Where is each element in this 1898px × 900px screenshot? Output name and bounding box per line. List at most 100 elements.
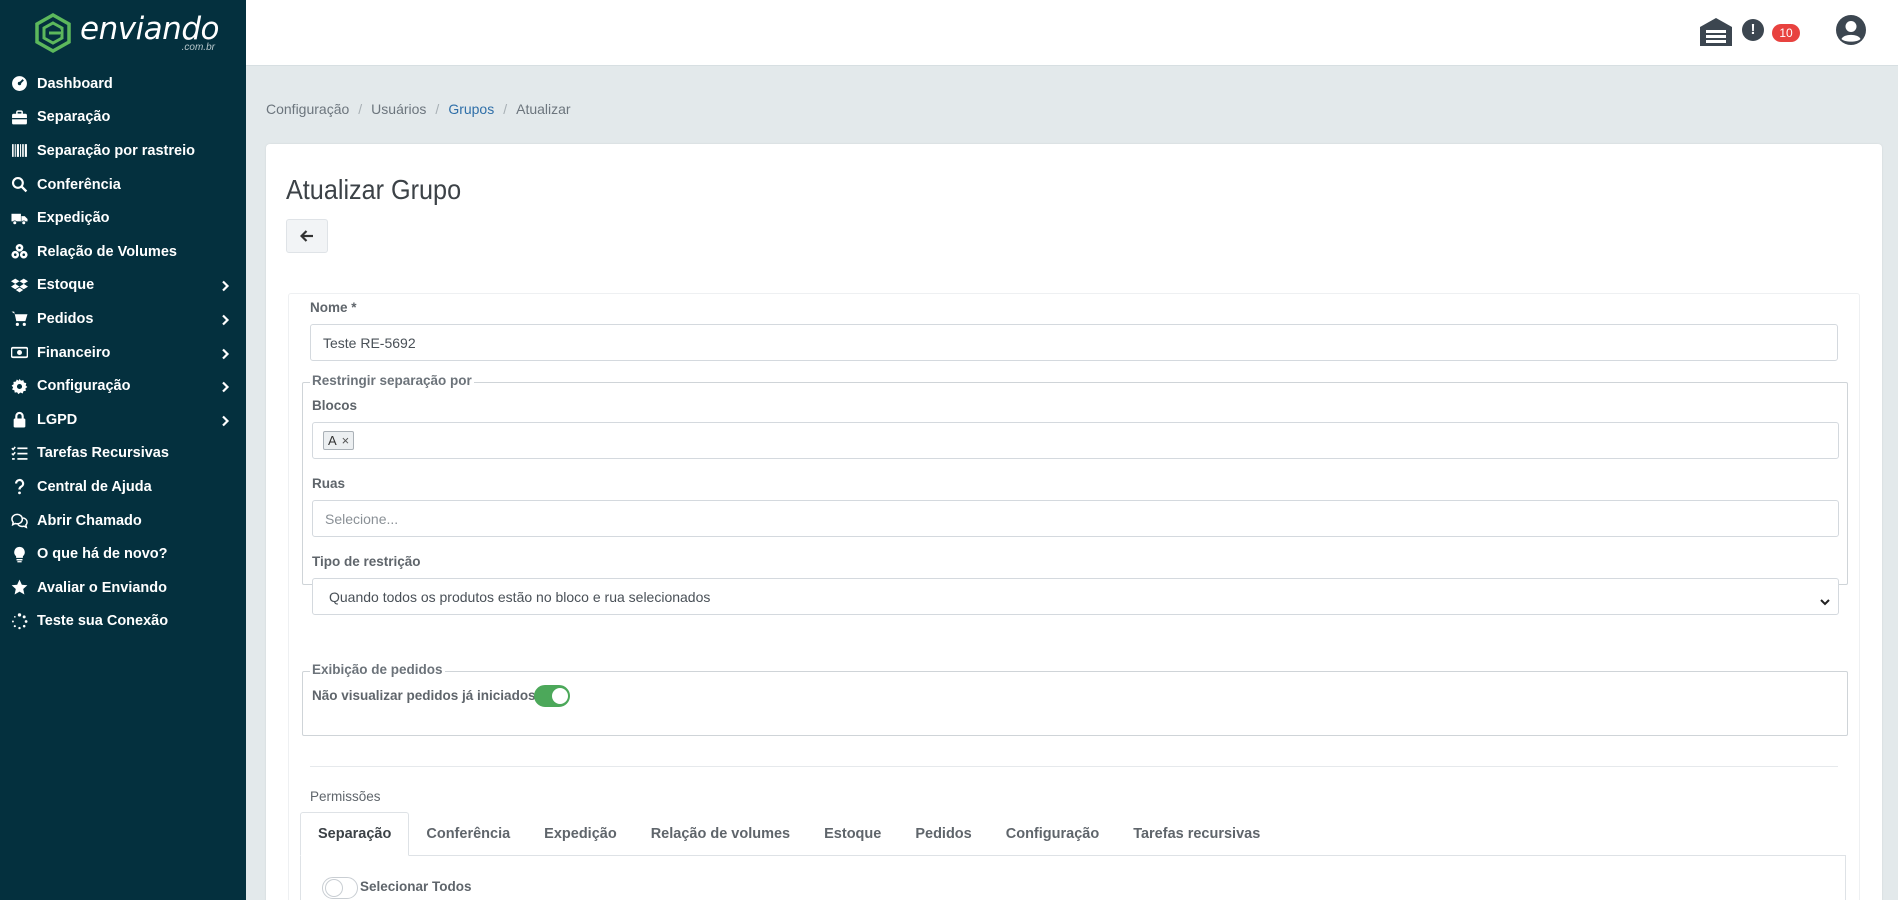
sidebar-item-configuracao[interactable]: Configuração (0, 369, 246, 403)
breadcrumb-usuarios[interactable]: Usuários (371, 101, 426, 117)
gauge-icon (9, 74, 29, 94)
question-icon (9, 477, 29, 497)
chevron-right-icon (220, 380, 230, 393)
nao-visualizar-toggle[interactable] (534, 685, 570, 707)
chevron-right-icon (220, 414, 230, 427)
toggle-knob (325, 879, 343, 897)
tab-expedicao[interactable]: Expedição (527, 812, 634, 856)
divider (310, 766, 1838, 767)
tipo-restricao-value: Quando todos os produtos estão no bloco … (329, 588, 711, 605)
lightbulb-icon (9, 544, 29, 564)
sidebar-item-teste-sua-conexao[interactable]: Teste sua Conexão (0, 605, 246, 639)
exibicao-fieldset (302, 671, 1848, 736)
tab-tarefas-recursivas[interactable]: Tarefas recursivas (1116, 812, 1277, 856)
tab-separacao[interactable]: Separação (300, 812, 410, 856)
sidebar-item-abrir-chamado[interactable]: Abrir Chamado (0, 504, 246, 538)
chevron-right-icon (220, 347, 230, 359)
alert-icon[interactable]: ! (1742, 19, 1764, 41)
alert-count-badge: 10 (1772, 24, 1800, 42)
arrow-left-icon (300, 230, 313, 242)
breadcrumb-configuracao[interactable]: Configuração (266, 101, 349, 117)
sidebar-item-label: Estoque (37, 277, 95, 294)
sidebar-item-separacao[interactable]: Separação (0, 101, 246, 135)
bloco-tag: A × (323, 431, 355, 450)
breadcrumb: Configuração / Usuários / Grupos / Atual… (266, 101, 571, 117)
sidebar-item-relacao-de-volumes[interactable]: Relação de Volumes (0, 235, 246, 269)
tag-remove-icon[interactable]: × (342, 433, 350, 448)
sidebar-item-financeiro[interactable]: Financeiro (0, 336, 246, 370)
selecionar-todos-toggle[interactable] (322, 877, 358, 899)
star-icon (9, 578, 29, 598)
sidebar-item-tarefas-recursivas[interactable]: Tarefas Recursivas (0, 437, 246, 471)
nao-visualizar-label: Não visualizar pedidos já iniciados (312, 688, 536, 703)
truck-icon (9, 208, 29, 228)
tab-pedidos[interactable]: Pedidos (898, 812, 988, 856)
toggle-knob (552, 688, 568, 704)
blocos-multiselect[interactable]: A × (312, 422, 1839, 459)
main-card: Atualizar Grupo Nome * Teste RE-5692 Res… (266, 144, 1882, 900)
nome-input[interactable]: Teste RE-5692 (310, 324, 1838, 361)
tab-configuracao[interactable]: Configuração (989, 812, 1116, 856)
sidebar-item-o-que-ha-de-novo[interactable]: O que há de novo? (0, 537, 246, 571)
spinner-icon (9, 611, 29, 631)
sidebar-item-label: Tarefas Recursivas (37, 445, 169, 462)
user-avatar-icon[interactable] (1835, 14, 1867, 46)
sidebar-item-label: Expedição (37, 210, 110, 227)
enviando-logo-icon (35, 13, 71, 53)
exibicao-legend: Exibição de pedidos (310, 662, 445, 677)
restringir-legend: Restringir separação por (310, 373, 474, 388)
blocos-label: Blocos (312, 398, 358, 413)
sidebar-item-expedicao[interactable]: Expedição (0, 201, 246, 235)
sidebar-menu: Dashboard Separação Separação por rastreio… (0, 67, 246, 638)
tasks-icon (9, 443, 29, 463)
ruas-select[interactable]: Selecione... (312, 500, 1839, 537)
sidebar-item-central-de-ajuda[interactable]: Central de Ajuda (0, 470, 246, 504)
sidebar-item-label: Teste sua Conexão (37, 613, 169, 630)
search-icon (9, 175, 29, 195)
sidebar-item-label: O que há de novo? (37, 546, 168, 563)
sidebar-item-lgpd[interactable]: LGPD (0, 403, 246, 437)
sidebar-item-label: Dashboard (37, 75, 113, 92)
sidebar-item-label: Pedidos (37, 310, 94, 327)
permissoes-tab-content (300, 855, 1846, 900)
sidebar: enviando .com.br Dashboard Separação Separ… (0, 0, 246, 900)
cart-icon (9, 309, 29, 329)
sidebar-item-label: Financeiro (37, 344, 111, 361)
sidebar-item-avaliar-o-enviando[interactable]: Avaliar o Enviando (0, 571, 246, 605)
lock-icon (9, 410, 29, 430)
tab-conferencia[interactable]: Conferência (409, 812, 527, 856)
permissoes-tabs: Separação Conferência Expedição Relação de … (300, 812, 1277, 856)
chevron-right-icon (220, 313, 230, 326)
nome-label: Nome * (310, 300, 357, 315)
chat-icon (9, 511, 29, 531)
breadcrumb-atualizar: Atualizar (516, 101, 571, 117)
tipo-restricao-label: Tipo de restrição (312, 554, 421, 569)
topbar: ! 10 (246, 0, 1898, 66)
sidebar-item-label: Avaliar o Enviando (37, 579, 167, 596)
sidebar-item-conferencia[interactable]: Conferência (0, 168, 246, 202)
warehouse-icon[interactable] (1698, 16, 1734, 48)
barcode-icon (9, 141, 29, 161)
sidebar-item-dashboard[interactable]: Dashboard (0, 67, 246, 101)
chevron-right-icon (220, 279, 230, 292)
sidebar-item-label: Conferência (37, 176, 121, 193)
sidebar-item-separacao-por-rastreio[interactable]: Separação por rastreio (0, 134, 246, 168)
sidebar-item-label: Separação (37, 109, 111, 126)
chevron-down-icon (1820, 593, 1830, 606)
back-button[interactable] (286, 219, 328, 253)
tab-relacao-de-volumes[interactable]: Relação de volumes (634, 812, 807, 856)
breadcrumb-grupos[interactable]: Grupos (448, 101, 494, 117)
dropbox-icon (9, 275, 29, 295)
tab-estoque[interactable]: Estoque (807, 812, 898, 856)
logo[interactable]: enviando .com.br (0, 0, 246, 66)
sidebar-item-label: Configuração (37, 378, 131, 395)
tipo-restricao-select[interactable]: Quando todos os produtos estão no bloco … (312, 578, 1839, 615)
breadcrumb-separator: / (503, 101, 508, 117)
sidebar-item-label: Abrir Chamado (37, 512, 142, 529)
selecionar-todos-label: Selecionar Todos (360, 879, 472, 894)
brand-name: enviando (80, 10, 219, 47)
money-icon (9, 343, 29, 363)
permissoes-label: Permissões (310, 789, 381, 804)
sidebar-item-pedidos[interactable]: Pedidos (0, 302, 246, 336)
sidebar-item-estoque[interactable]: Estoque (0, 269, 246, 303)
